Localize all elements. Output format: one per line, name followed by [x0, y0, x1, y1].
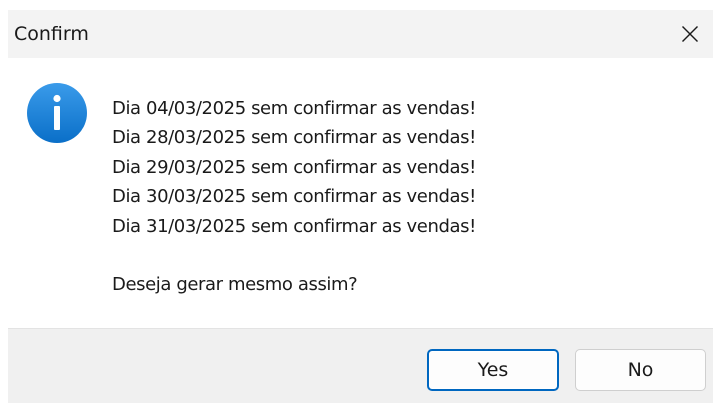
- yes-button[interactable]: Yes: [427, 349, 559, 391]
- close-icon: [682, 26, 698, 42]
- confirm-dialog: Confirm Dia 04/03/2025 sem confirmar as …: [0, 0, 713, 403]
- message-line: Dia 31/03/2025 sem confirmar as vendas!: [112, 215, 476, 237]
- info-icon: [27, 83, 87, 143]
- message-line: Dia 30/03/2025 sem confirmar as vendas!: [112, 186, 476, 208]
- no-button[interactable]: No: [575, 349, 706, 391]
- message-line: Dia 29/03/2025 sem confirmar as vendas!: [112, 156, 476, 178]
- message-line: Dia 04/03/2025 sem confirmar as vendas!: [112, 98, 476, 119]
- close-button[interactable]: [667, 10, 713, 58]
- title-bar: Confirm: [8, 10, 713, 58]
- button-bar: Yes No: [8, 328, 713, 403]
- message-line: Dia 28/03/2025 sem confirmar as vendas!: [112, 127, 476, 149]
- message-question: Deseja gerar mesmo assim?: [112, 274, 358, 296]
- message-text: Dia 04/03/2025 sem confirmar as vendas! …: [112, 94, 476, 300]
- dialog-content: Dia 04/03/2025 sem confirmar as vendas! …: [8, 58, 713, 328]
- window-title: Confirm: [14, 23, 89, 45]
